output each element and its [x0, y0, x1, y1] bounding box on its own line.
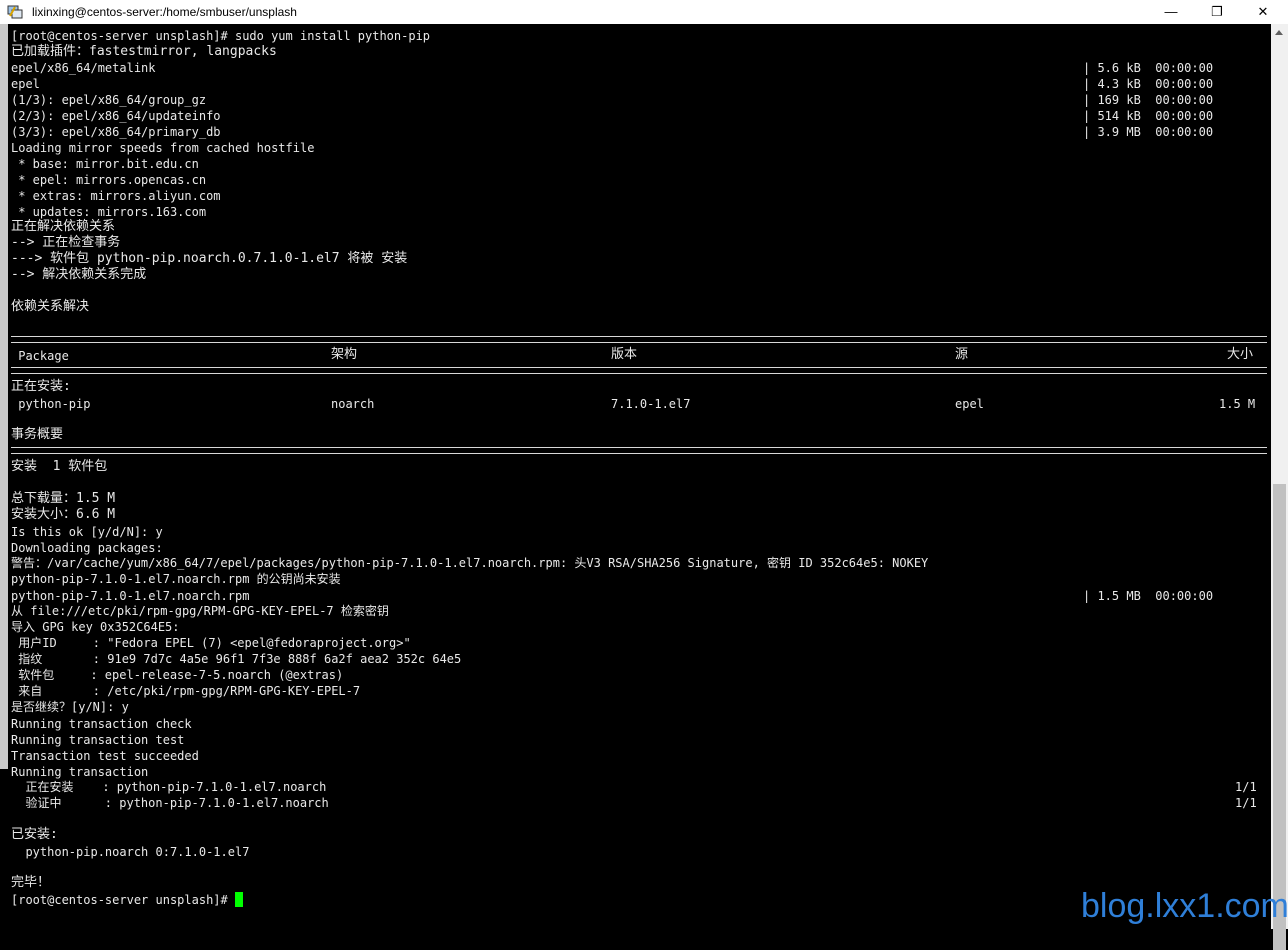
terminal-cursor	[234, 892, 243, 907]
scrollbar-thumb[interactable]	[1273, 484, 1286, 950]
window-title: lixinxing@centos-server:/home/smbuser/un…	[32, 5, 297, 19]
terminal-line: Is this ok [y/d/N]: y	[11, 525, 163, 539]
terminal-line: 安装 1 软件包	[11, 459, 108, 474]
download-progress: | 1.5 MB 00:00:00	[1083, 589, 1214, 603]
terminal-line: Loading mirror speeds from cached hostfi…	[11, 141, 315, 155]
terminal-line: --> 解决依赖关系完成	[11, 267, 147, 282]
table-cell-size: 1.5 M	[1219, 397, 1256, 411]
terminal-line: 已安装:	[11, 827, 58, 842]
close-button[interactable]: ✕	[1240, 0, 1286, 24]
terminal-line: (2/3): epel/x86_64/updateinfo	[11, 109, 221, 123]
separator-line	[11, 336, 1267, 343]
table-cell-repo: epel	[955, 397, 984, 411]
download-progress: | 5.6 kB 00:00:00	[1083, 61, 1214, 75]
terminal-output[interactable]: [root@centos-server unsplash]# sudo yum …	[0, 24, 1271, 929]
terminal-line: python-pip-7.1.0-1.el7.noarch.rpm	[11, 589, 250, 603]
terminal-line: 正在安装:	[11, 379, 71, 394]
terminal-line: ---> 软件包 python-pip.noarch.0.7.1.0-1.el7…	[11, 251, 408, 266]
download-progress: | 514 kB 00:00:00	[1083, 109, 1214, 123]
terminal-line: 正在解决依赖关系	[11, 219, 116, 234]
watermark-text: blog.lxx1.com	[1081, 887, 1288, 925]
window-left-edge-dark	[0, 769, 8, 929]
terminal-line: (1/3): epel/x86_64/group_gz	[11, 93, 207, 107]
terminal-line: 正在安装 : python-pip-7.1.0-1.el7.noarch	[11, 780, 327, 794]
terminal-line: 导入 GPG key 0x352C64E5:	[11, 620, 180, 634]
table-cell-version: 7.1.0-1.el7	[611, 397, 691, 411]
terminal-line: 安装大小：6.6 M	[11, 507, 116, 522]
terminal-line: epel	[11, 77, 40, 91]
terminal-line: * updates: mirrors.163.com	[11, 205, 207, 219]
terminal-line: 事务概要	[11, 427, 64, 442]
terminal-line: 用户ID : "Fedora EPEL (7) <epel@fedoraproj…	[11, 636, 411, 650]
window-left-edge	[0, 24, 8, 769]
terminal-line: python-pip.noarch 0:7.1.0-1.el7	[11, 845, 250, 859]
terminal-line: Running transaction check	[11, 717, 192, 731]
prompt-line[interactable]: [root@centos-server unsplash]#	[11, 892, 243, 908]
terminal-line: 是否继续？[y/N]: y	[11, 700, 129, 714]
terminal-line: 从 file:///etc/pki/rpm-gpg/RPM-GPG-KEY-EP…	[11, 604, 389, 618]
table-header-repo: 源	[955, 347, 969, 362]
separator-line	[11, 447, 1267, 454]
terminal-line: python-pip-7.1.0-1.el7.noarch.rpm 的公钥尚未安…	[11, 572, 341, 586]
separator-line	[11, 367, 1267, 374]
table-header-arch: 架构	[331, 347, 358, 362]
terminal-line: 来自 : /etc/pki/rpm-gpg/RPM-GPG-KEY-EPEL-7	[11, 684, 361, 698]
terminal-line: Downloading packages:	[11, 541, 163, 555]
terminal-line: (3/3): epel/x86_64/primary_db	[11, 125, 221, 139]
download-progress: | 169 kB 00:00:00	[1083, 93, 1214, 107]
terminal-line: 指纹 : 91e9 7d7c 4a5e 96f1 7f3e 888f 6a2f …	[11, 652, 462, 666]
scroll-up-arrow-icon[interactable]	[1275, 30, 1283, 35]
terminal-line: 验证中 : python-pip-7.1.0-1.el7.noarch	[11, 796, 329, 810]
table-header-package: Package	[11, 349, 69, 363]
terminal-line: Transaction test succeeded	[11, 749, 199, 763]
terminal-line: 完毕！	[11, 875, 51, 890]
terminal-line: --> 正在检查事务	[11, 235, 121, 250]
terminal-line: * epel: mirrors.opencas.cn	[11, 173, 207, 187]
window-titlebar: lixinxing@centos-server:/home/smbuser/un…	[0, 0, 1288, 24]
table-cell-package: python-pip	[11, 397, 91, 411]
prompt-text: [root@centos-server unsplash]#	[11, 893, 235, 907]
terminal-line: 总下载量：1.5 M	[11, 491, 116, 506]
table-header-size: 大小	[1227, 347, 1254, 362]
download-progress: | 3.9 MB 00:00:00	[1083, 125, 1214, 139]
terminal-line: Running transaction	[11, 765, 149, 779]
transaction-progress: 1/1	[1235, 796, 1257, 810]
terminal-line: 依赖关系解决	[11, 299, 90, 314]
download-progress: | 4.3 kB 00:00:00	[1083, 77, 1214, 91]
terminal-line: 警告：/var/cache/yum/x86_64/7/epel/packages…	[11, 556, 929, 570]
terminal-line: epel/x86_64/metalink	[11, 61, 156, 75]
minimize-button[interactable]: —	[1148, 0, 1194, 24]
table-cell-arch: noarch	[331, 397, 375, 411]
terminal-line: * extras: mirrors.aliyun.com	[11, 189, 221, 203]
terminal-line: * base: mirror.bit.edu.cn	[11, 157, 199, 171]
terminal-line: 已加载插件：fastestmirror, langpacks	[11, 44, 277, 59]
vertical-scrollbar[interactable]	[1271, 24, 1288, 950]
putty-app-icon[interactable]	[7, 4, 23, 20]
transaction-progress: 1/1	[1235, 780, 1257, 794]
terminal-line: [root@centos-server unsplash]# sudo yum …	[11, 29, 431, 43]
terminal-line: Running transaction test	[11, 733, 185, 747]
maximize-button[interactable]: ❐	[1194, 0, 1240, 24]
table-header-version: 版本	[611, 347, 638, 362]
terminal-line: 软件包 : epel-release-7-5.noarch (@extras)	[11, 668, 344, 682]
